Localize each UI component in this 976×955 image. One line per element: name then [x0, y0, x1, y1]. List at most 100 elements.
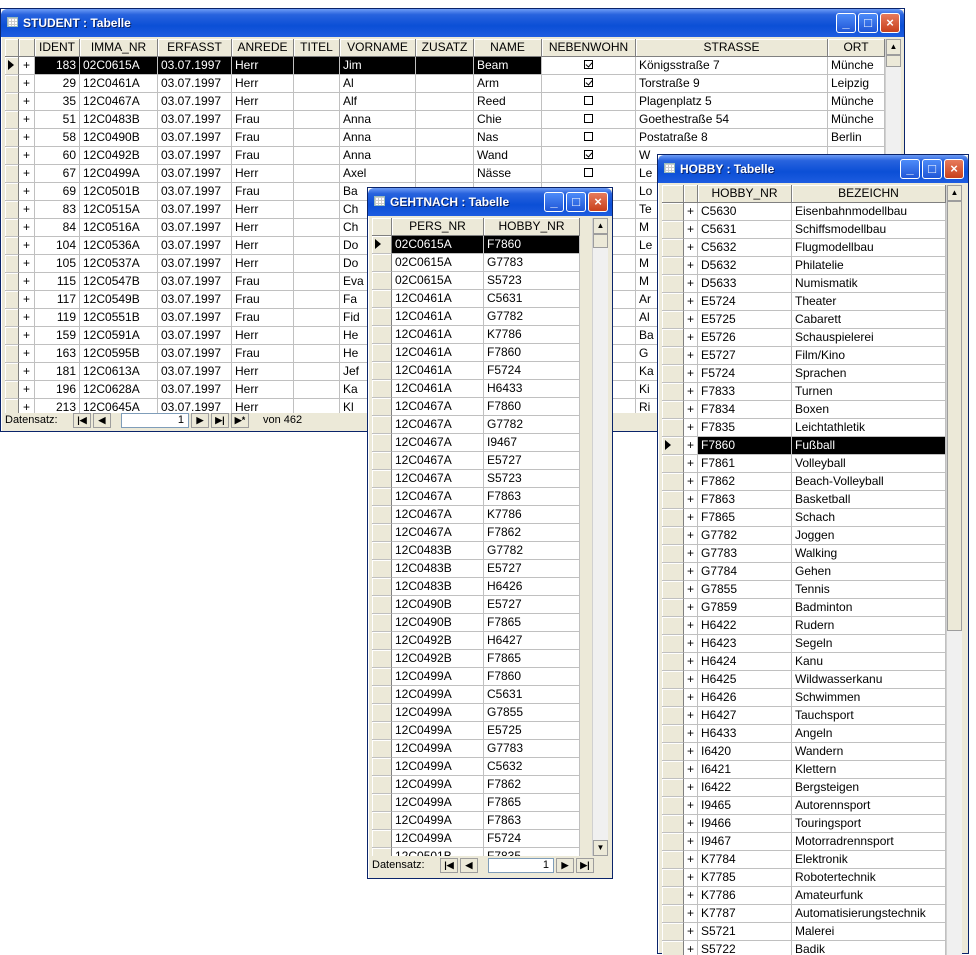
expand-subdatasheet-icon[interactable]: + [684, 815, 698, 833]
expand-subdatasheet-icon[interactable]: + [684, 941, 698, 955]
cell-imma[interactable]: 12C0516A [80, 219, 158, 237]
gehtnach-datasheet[interactable]: PERS_NR HOBBY_NR 02C0615A F7860 02C0615A G778… [372, 218, 580, 856]
cell-pers-nr[interactable]: 12C0467A [392, 452, 484, 470]
expand-subdatasheet-icon[interactable]: + [684, 779, 698, 797]
row-selector[interactable] [662, 707, 684, 725]
column-header-ident[interactable]: IDENT [35, 39, 80, 57]
cell-ident[interactable]: 69 [35, 183, 80, 201]
expand-subdatasheet-icon[interactable]: + [684, 923, 698, 941]
first-record-button[interactable]: |◀ [73, 413, 91, 428]
cell-hobby-nr[interactable]: G7855 [698, 581, 792, 599]
cell-pers-nr[interactable]: 12C0499A [392, 812, 484, 830]
cell-ident[interactable]: 183 [35, 57, 80, 75]
row-selector[interactable] [5, 309, 19, 327]
column-header-strasse[interactable]: STRASSE [636, 39, 828, 57]
expand-subdatasheet-icon[interactable]: + [684, 833, 698, 851]
column-header-name[interactable]: NAME [474, 39, 542, 57]
first-record-button[interactable]: |◀ [440, 858, 458, 873]
expand-subdatasheet-icon[interactable]: + [684, 905, 698, 923]
row-selector[interactable] [5, 57, 19, 75]
table-row[interactable]: + F7862 Beach-Volleyball [662, 473, 946, 491]
table-row[interactable]: 12C0499A C5631 [372, 686, 580, 704]
cell-bezeichn[interactable]: Leichtathletik [792, 419, 946, 437]
cell-erfasst[interactable]: 03.07.1997 [158, 219, 232, 237]
expand-subdatasheet-icon[interactable]: + [684, 635, 698, 653]
expand-subdatasheet-icon[interactable]: + [19, 381, 35, 399]
table-row[interactable]: + F7865 Schach [662, 509, 946, 527]
cell-hobby-nr[interactable]: F7860 [484, 668, 580, 686]
cell-erfasst[interactable]: 03.07.1997 [158, 381, 232, 399]
cell-hobby-nr[interactable]: F7862 [484, 776, 580, 794]
cell-titel[interactable] [294, 327, 340, 345]
cell-pers-nr[interactable]: 12C0490B [392, 596, 484, 614]
cell-pers-nr[interactable]: 12C0499A [392, 740, 484, 758]
table-row[interactable]: + C5630 Eisenbahnmodellbau [662, 203, 946, 221]
cell-titel[interactable] [294, 75, 340, 93]
cell-bezeichn[interactable]: Fußball [792, 437, 946, 455]
previous-record-button[interactable]: ◀ [460, 858, 478, 873]
cell-ident[interactable]: 159 [35, 327, 80, 345]
gehtnach-title-bar[interactable]: GEHTNACH : Tabelle _ □ × [368, 188, 612, 216]
table-row[interactable]: 12C0461A G7782 [372, 308, 580, 326]
table-row[interactable]: 12C0499A F7865 [372, 794, 580, 812]
expand-subdatasheet-icon[interactable]: + [19, 201, 35, 219]
cell-pers-nr[interactable]: 02C0615A [392, 272, 484, 290]
table-row[interactable]: + E5724 Theater [662, 293, 946, 311]
cell-hobby-nr[interactable]: D5632 [698, 257, 792, 275]
cell-hobby-nr[interactable]: F7834 [698, 401, 792, 419]
expand-subdatasheet-icon[interactable]: + [19, 57, 35, 75]
expand-subdatasheet-icon[interactable]: + [19, 165, 35, 183]
cell-imma[interactable]: 12C0549B [80, 291, 158, 309]
row-selector[interactable] [372, 596, 392, 614]
row-selector[interactable] [372, 524, 392, 542]
cell-bezeichn[interactable]: Badminton [792, 599, 946, 617]
row-selector[interactable] [372, 416, 392, 434]
hobby-table-window[interactable]: HOBBY : Tabelle _ □ × HOBBY_NR BEZEICHN + C… [657, 154, 969, 955]
expand-subdatasheet-icon[interactable]: + [19, 183, 35, 201]
expand-subdatasheet-icon[interactable]: + [684, 347, 698, 365]
row-selector[interactable] [372, 740, 392, 758]
cell-bezeichn[interactable]: Eisenbahnmodellbau [792, 203, 946, 221]
cell-ident[interactable]: 196 [35, 381, 80, 399]
cell-neben[interactable] [542, 75, 636, 93]
cell-hobby-nr[interactable]: G7855 [484, 704, 580, 722]
expand-subdatasheet-icon[interactable]: + [684, 293, 698, 311]
gehtnach-table-window[interactable]: GEHTNACH : Tabelle _ □ × PERS_NR HOBBY_NR… [367, 187, 613, 879]
cell-bezeichn[interactable]: Film/Kino [792, 347, 946, 365]
column-header-ort[interactable]: ORT [828, 39, 885, 57]
table-row[interactable]: + G7783 Walking [662, 545, 946, 563]
cell-zusatz[interactable] [416, 165, 474, 183]
cell-pers-nr[interactable]: 02C0615A [392, 254, 484, 272]
row-selector[interactable] [5, 273, 19, 291]
cell-hobby-nr[interactable]: F7863 [484, 488, 580, 506]
cell-hobby-nr[interactable]: G7782 [484, 416, 580, 434]
expand-subdatasheet-icon[interactable]: + [19, 345, 35, 363]
cell-pers-nr[interactable]: 12C0467A [392, 470, 484, 488]
cell-pers-nr[interactable]: 12C0467A [392, 434, 484, 452]
row-selector[interactable] [372, 434, 392, 452]
cell-hobby-nr[interactable]: G7782 [484, 308, 580, 326]
table-row[interactable]: + K7787 Automatisierungstechnik [662, 905, 946, 923]
table-row[interactable]: 12C0499A C5632 [372, 758, 580, 776]
cell-hobby-nr[interactable]: F7863 [484, 812, 580, 830]
cell-hobby-nr[interactable]: H6426 [484, 578, 580, 596]
cell-ident[interactable]: 51 [35, 111, 80, 129]
row-selector[interactable] [372, 848, 392, 856]
table-row[interactable]: 12C0467A F7863 [372, 488, 580, 506]
cell-neben[interactable] [542, 57, 636, 75]
row-selector[interactable] [372, 668, 392, 686]
cell-imma[interactable]: 12C0490B [80, 129, 158, 147]
table-row[interactable]: 12C0467A S5723 [372, 470, 580, 488]
cell-name[interactable]: Chie [474, 111, 542, 129]
row-selector[interactable] [372, 650, 392, 668]
table-row[interactable]: 12C0483B E5727 [372, 560, 580, 578]
row-selector[interactable] [662, 761, 684, 779]
cell-erfasst[interactable]: 03.07.1997 [158, 255, 232, 273]
cell-zusatz[interactable] [416, 93, 474, 111]
row-selector[interactable] [5, 111, 19, 129]
cell-bezeichn[interactable]: Amateurfunk [792, 887, 946, 905]
maximize-button[interactable]: □ [858, 13, 878, 33]
checkbox-icon[interactable] [584, 78, 593, 88]
cell-hobby-nr[interactable]: H6427 [484, 632, 580, 650]
expand-subdatasheet-icon[interactable]: + [19, 129, 35, 147]
